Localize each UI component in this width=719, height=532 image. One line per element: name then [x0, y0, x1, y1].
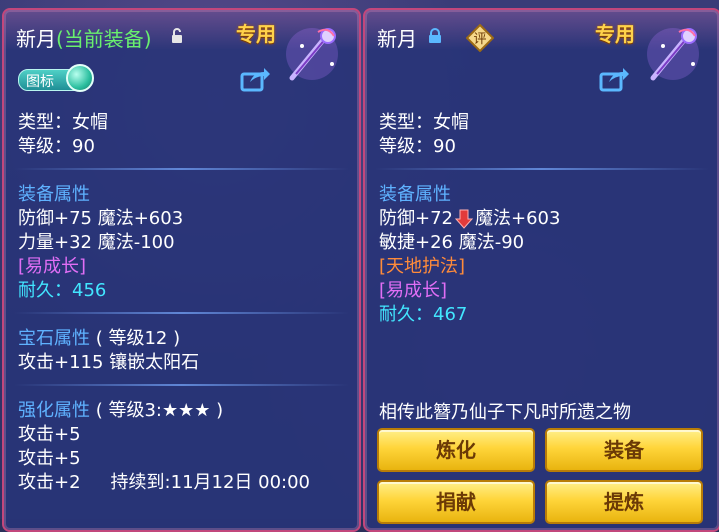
- item-name: 新月(当前装备): [16, 27, 152, 51]
- gem-attr-line: 攻击+115 镶嵌太阳石: [18, 352, 200, 373]
- toggle-knob: [66, 64, 94, 92]
- lock-open-icon[interactable]: [170, 28, 186, 43]
- enhance-line: 攻击+5: [18, 424, 81, 445]
- down-arrow-icon: [455, 209, 473, 229]
- enhance-attr-title: 强化属性 ( 等级3:★★★ ): [18, 400, 224, 421]
- tooltip-current-equipment: 新月(当前装备) 专用 图标 类型：女帽 等级：90 装备属性 防御+75 魔法…: [2, 8, 361, 532]
- durability: 耐久：467: [379, 304, 468, 325]
- divider: [14, 168, 349, 170]
- exclusive-label: 专用: [595, 22, 635, 46]
- divider: [375, 168, 709, 170]
- item-type: 类型：女帽: [379, 112, 469, 133]
- attr-line: 防御+72 魔法+603: [379, 208, 561, 229]
- enhance-line: 攻击+2 持续到:11月12日 00:00: [18, 472, 311, 493]
- exclusive-label: 专用: [236, 22, 276, 46]
- equip-attr-title: 装备属性: [379, 184, 451, 205]
- donate-button[interactable]: 捐献: [377, 480, 535, 524]
- equip-attr-title: 装备属性: [18, 184, 90, 205]
- attr-line: 力量+32 魔法-100: [18, 232, 175, 253]
- special-skill-tag: [天地护法]: [379, 256, 466, 277]
- weapon-hairpin-icon: [282, 24, 342, 84]
- item-level: 等级：90: [379, 136, 456, 157]
- share-icon[interactable]: [599, 66, 629, 92]
- divider: [14, 384, 349, 386]
- evaluate-icon[interactable]: 评: [465, 23, 495, 53]
- svg-text:评: 评: [473, 32, 486, 47]
- icon-toggle[interactable]: 图标: [18, 64, 98, 92]
- gem-attr-title: 宝石属性 ( 等级12 ): [18, 328, 181, 349]
- tooltip-compare-equipment: 新月 评 专用 类型：女帽 等级：90 装备属性 防御+72 魔法+603 敏捷…: [363, 8, 719, 532]
- refine-button[interactable]: 炼化: [377, 428, 535, 472]
- share-icon[interactable]: [240, 66, 270, 92]
- item-level: 等级：90: [18, 136, 95, 157]
- trait-tag: [易成长]: [18, 256, 87, 277]
- attr-line: 敏捷+26 魔法-90: [379, 232, 525, 253]
- equip-button[interactable]: 装备: [545, 428, 703, 472]
- item-description: 相传此簪乃仙子下凡时所遗之物: [379, 402, 631, 423]
- lock-icon[interactable]: [427, 28, 443, 43]
- item-type: 类型：女帽: [18, 112, 108, 133]
- weapon-hairpin-icon: [643, 24, 703, 84]
- attr-line: 防御+75 魔法+603: [18, 208, 184, 229]
- toggle-label: 图标: [26, 74, 54, 90]
- item-name: 新月: [377, 27, 417, 51]
- enhance-line: 攻击+5: [18, 448, 81, 469]
- divider: [14, 312, 349, 314]
- durability: 耐久：456: [18, 280, 107, 301]
- current-equip-label: (当前装备): [56, 27, 152, 51]
- trait-tag: [易成长]: [379, 280, 448, 301]
- extract-button[interactable]: 提炼: [545, 480, 703, 524]
